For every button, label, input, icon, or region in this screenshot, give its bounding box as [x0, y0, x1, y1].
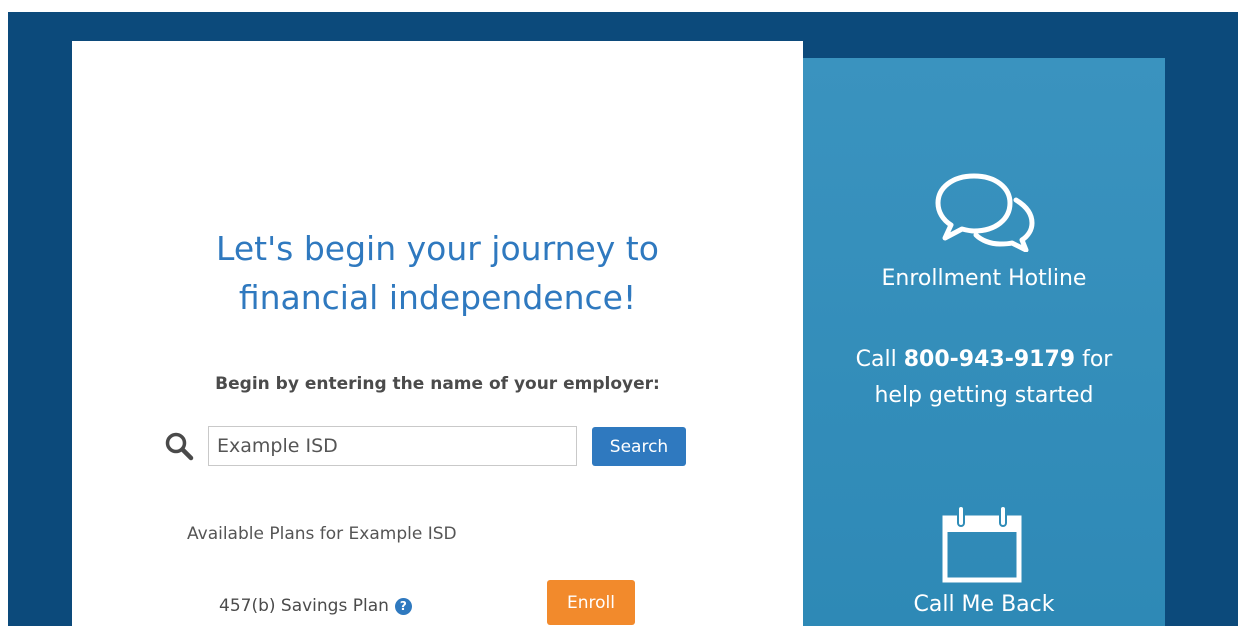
contact-sidebar: Enrollment Hotline Call 800-943-9179 for…	[803, 58, 1165, 626]
available-plans-heading: Available Plans for Example ISD	[187, 524, 457, 544]
hotline-text-prefix: Call	[855, 347, 897, 372]
hotline-description: Call 800-943-9179 for help getting start…	[803, 342, 1165, 414]
employer-search-input[interactable]	[208, 426, 577, 466]
employer-prompt: Begin by entering the name of your emplo…	[215, 374, 660, 394]
page-title: Let's begin your journey to financial in…	[72, 224, 803, 322]
question-circle-icon[interactable]: ?	[394, 597, 412, 615]
calendar-icon[interactable]	[941, 504, 1023, 584]
search-icon	[165, 432, 194, 461]
enroll-button[interactable]: Enroll	[547, 580, 635, 625]
plan-item: 457(b) Savings Plan ?	[219, 596, 412, 616]
hotline-text-line-2: help getting started	[874, 383, 1094, 408]
headline-line-1: Let's begin your journey to	[216, 229, 659, 268]
headline-line-2: financial independence!	[238, 278, 637, 317]
enrollment-panel: Let's begin your journey to financial in…	[72, 41, 803, 626]
call-me-back-link[interactable]: Call Me Back	[803, 592, 1165, 617]
hotline-text-suffix: for	[1082, 347, 1113, 372]
search-button[interactable]: Search	[592, 427, 686, 466]
hotline-phone-number[interactable]: 800-943-9179	[904, 347, 1075, 372]
chat-bubbles-icon[interactable]	[934, 170, 1036, 252]
enrollment-hotline-title: Enrollment Hotline	[881, 266, 1087, 291]
plan-name-label: 457(b) Savings Plan	[219, 596, 389, 616]
